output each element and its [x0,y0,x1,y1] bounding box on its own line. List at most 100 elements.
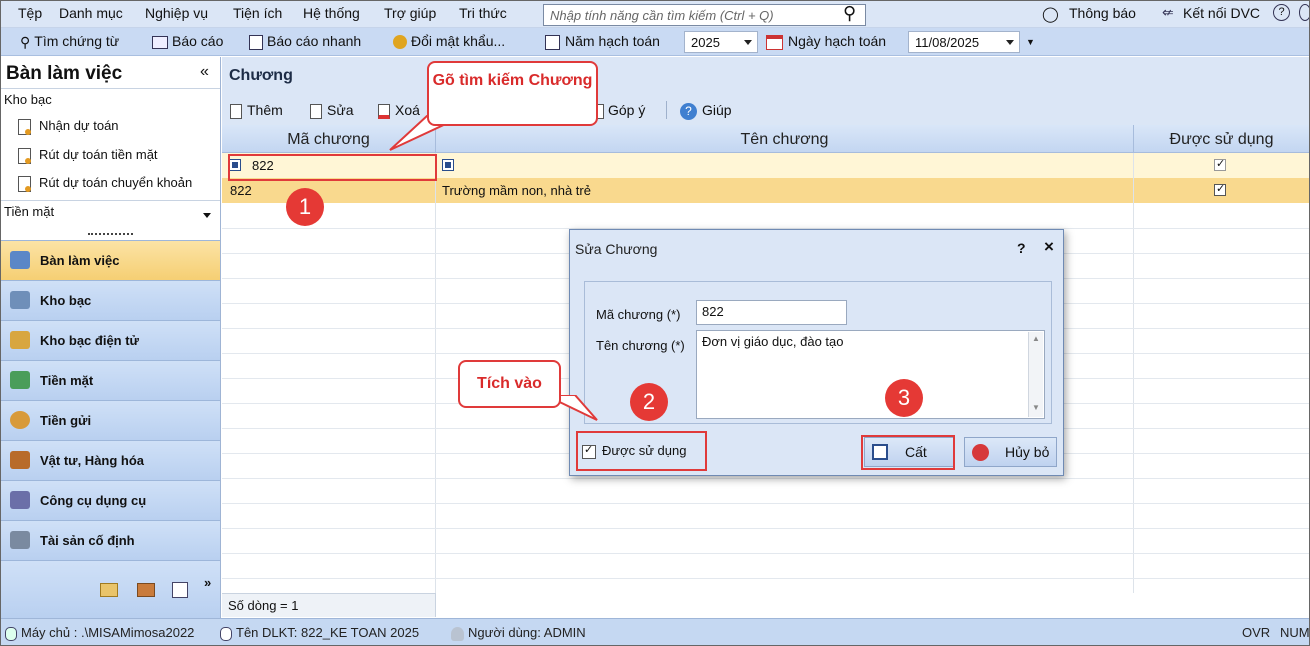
name-label: Tên chương (*) [596,338,685,353]
link-label: Rút dự toán chuyển khoản [39,175,193,190]
link-label: Nhận dự toán [39,118,119,133]
money-icon [10,371,30,389]
edit-label: Sửa [327,102,354,118]
chevron-down-icon[interactable] [203,213,211,218]
quick-report-label: Báo cáo nhanh [267,33,362,49]
clock-icon[interactable] [1299,4,1310,21]
menu-file[interactable]: Tệp [18,5,42,21]
help-icon[interactable]: ? [1273,4,1290,21]
filter-icon[interactable] [442,159,454,171]
num-indicator: NUM [1280,625,1310,640]
bank-icon [10,291,30,309]
section-cash: Tiền mặt [4,204,55,219]
nav-treasury[interactable]: Kho bạc [0,280,220,320]
col-header-name[interactable]: Tên chương [436,125,1134,153]
calendar-red-icon [766,34,783,50]
nav-inventory[interactable]: Vật tư, Hàng hóa [0,440,220,480]
dialog-help-icon[interactable]: ? [1017,240,1026,256]
calendar-icon [545,34,560,50]
add-button[interactable]: Thêm [230,102,283,119]
nav-label: Tài sản cố định [40,533,135,548]
grid-line [435,153,436,593]
feature-search-input[interactable]: Nhập tính năng cần tìm kiếm (Ctrl + Q) [543,4,866,26]
quick-report-button[interactable]: Báo cáo nhanh [249,33,361,50]
magnifier-icon: ⚲ [20,33,31,50]
folder-icon[interactable] [100,583,118,597]
edit-note-icon[interactable] [172,582,188,598]
menu-operations[interactable]: Nghiệp vụ [145,5,208,21]
search-icon[interactable]: ⚲ [843,3,856,24]
annotation-save-box [861,435,955,470]
bell-icon[interactable]: ◯ [1042,5,1059,23]
section-treasury: Kho bạc [4,92,52,107]
edit-button[interactable]: Sửa [310,102,354,119]
grid-line [222,503,1310,504]
menu-system[interactable]: Hệ thống [303,5,360,21]
nav-deposit[interactable]: Tiền gửi [0,400,220,440]
menu-utilities[interactable]: Tiện ích [233,5,282,21]
menu-help[interactable]: Trợ giúp [384,5,436,21]
main-header: Chương [222,57,1310,95]
divider [666,101,667,119]
help-circle-icon: ? [680,102,697,120]
connect-icon: ⇍ [1162,4,1174,20]
connect-dvc-link[interactable]: Kết nối DVC [1183,5,1260,21]
user-icon [451,626,464,641]
nav-label: Công cụ dụng cụ [40,493,147,508]
link-withdraw-transfer[interactable]: Rút dự toán chuyển khoản [18,175,192,192]
code-input[interactable]: 822 [696,300,847,325]
scrollbar[interactable]: ▲ ▼ [1028,332,1043,417]
link-receive-estimate[interactable]: Nhận dự toán [18,118,119,135]
posting-date-picker[interactable]: 11/08/2025 [908,31,1020,53]
report-button[interactable]: Báo cáo [152,33,223,49]
notifications-link[interactable]: Thông báo [1069,5,1136,21]
close-icon[interactable]: × [1044,237,1054,257]
more-nav-icon[interactable]: » [204,575,211,590]
coin-icon [10,411,30,429]
change-password-button[interactable]: Đổi mật khẩu... [393,33,505,50]
page-title: Chương [229,67,293,84]
quick-report-icon [249,34,263,50]
toolbar-overflow-icon[interactable]: ▼ [1026,37,1035,47]
cancel-button[interactable]: Hủy bỏ [964,437,1057,467]
feedback-button[interactable]: Góp ý [594,102,645,119]
splitter-handle[interactable] [88,233,133,236]
document-icon [18,175,31,192]
scroll-down-icon[interactable]: ▼ [1032,403,1040,412]
name-textarea[interactable]: Đơn vị giáo dục, đào tạo [696,330,1045,419]
fiscal-year-select[interactable]: 2025 [684,31,758,53]
cancel-label: Hủy bỏ [1005,444,1050,460]
grid-line [222,578,1310,579]
pencil-icon [310,103,322,119]
help-button[interactable]: ? Giúp [680,102,732,120]
grid-line [222,478,1310,479]
nav-label: Tiền mặt [40,373,94,388]
step-2-badge: 2 [630,383,668,421]
nav-e-treasury[interactable]: Kho bạc điện tử [0,320,220,360]
nav-cash[interactable]: Tiền mặt [0,360,220,400]
report-label: Báo cáo [172,33,224,49]
menu-knowledge[interactable]: Tri thức [459,5,507,21]
e-bank-icon [10,331,30,349]
add-doc-icon [230,103,242,119]
nav-label: Tiền gửi [40,413,92,428]
table-row[interactable]: 822 Trường mầm non, nhà trẻ [222,178,1310,203]
key-icon [393,35,407,50]
used-filter-checkbox[interactable] [1214,157,1226,171]
scroll-up-icon[interactable]: ▲ [1032,334,1040,343]
collapse-icon[interactable]: « [200,63,209,81]
server-text: Máy chủ : .\MISAMimosa2022 [21,625,195,640]
report-icon [152,35,168,49]
briefcase-icon[interactable] [137,583,155,597]
menu-catalog[interactable]: Danh mục [59,5,123,21]
row-used-checkbox[interactable] [1214,182,1226,196]
ovr-indicator: OVR [1242,625,1271,640]
tools-icon [10,491,30,509]
col-header-used[interactable]: Được sử dụng [1134,125,1310,153]
find-voucher-button[interactable]: ⚲ Tìm chứng từ [20,33,119,51]
nav-desk[interactable]: Bàn làm việc [0,240,220,280]
row-code: 822 [230,183,252,198]
nav-fixed-assets[interactable]: Tài sản cố định [0,520,220,560]
nav-tools[interactable]: Công cụ dụng cụ [0,480,220,520]
link-withdraw-cash[interactable]: Rút dự toán tiền mặt [18,147,158,164]
